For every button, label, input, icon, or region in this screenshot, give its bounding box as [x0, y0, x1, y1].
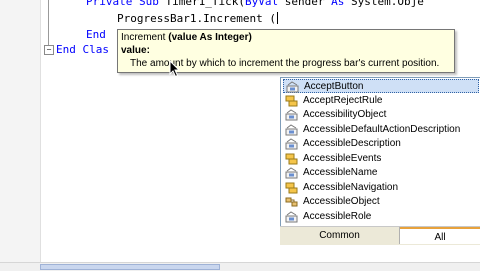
keyword: Sub	[138, 0, 159, 8]
property-icon	[285, 210, 299, 223]
keyword: As	[331, 0, 345, 8]
property-icon	[285, 138, 299, 150]
param-name: sender	[284, 0, 325, 8]
list-item-label: AccessibleNavigation	[303, 181, 399, 193]
intellisense-list[interactable]: AcceptButton AcceptRejectRule Accessibilit…	[280, 77, 480, 242]
editor-gutter	[0, 0, 41, 270]
parameter-signature: (value As Integer)	[168, 32, 252, 43]
type-name: System.Obje	[350, 0, 424, 8]
list-item[interactable]: AccessibleName	[283, 166, 479, 180]
keyword: Clas	[82, 43, 110, 56]
list-item[interactable]: AcceptButton	[283, 79, 479, 93]
list-item-label: AccessibleDescription	[303, 138, 401, 149]
list-item-label: AccessibleRole	[303, 210, 372, 222]
list-item[interactable]: AccessibleObject	[283, 195, 479, 209]
method-name: Increment	[121, 32, 166, 43]
list-item-label: AccessibleDefaultActionDescription	[303, 123, 461, 135]
tab-all[interactable]: All	[400, 227, 480, 244]
list-item[interactable]: AccessibleNavigation	[283, 181, 479, 195]
text-caret	[276, 12, 278, 24]
list-item-label: AcceptRejectRule	[303, 94, 383, 106]
list-item-label: AccessibilityObject	[303, 109, 387, 120]
code-line-1[interactable]: Private Sub Timer1_Tick(ByVal sender As …	[86, 0, 424, 9]
keyword: End	[86, 28, 106, 41]
property-icon	[285, 109, 299, 121]
list-item[interactable]: AccessibleDescription	[283, 137, 479, 151]
property-icon	[285, 123, 299, 136]
list-item[interactable]: AcceptRejectRule	[283, 94, 479, 108]
enum-icon	[285, 153, 299, 165]
keyword: Private	[86, 0, 133, 8]
tab-common[interactable]: Common	[280, 227, 400, 244]
scrollbar-thumb[interactable]	[40, 264, 220, 270]
property-icon	[285, 167, 299, 179]
list-item[interactable]: AccessibleDefaultActionDescription	[283, 123, 479, 137]
list-item-label: AccessibleEvents	[303, 152, 382, 164]
code-line-4[interactable]: End Clas	[56, 43, 109, 57]
list-item-label: AcceptButton	[304, 81, 364, 92]
property-icon	[286, 81, 300, 93]
enum-icon	[285, 182, 299, 194]
tooltip-param-name: value:	[121, 45, 150, 56]
mouse-pointer-icon	[169, 60, 181, 78]
keyword: ByVal	[244, 0, 279, 8]
list-item-label: AccessibleName	[303, 167, 378, 178]
class-icon	[285, 196, 299, 208]
code-text: ProgressBar1.Increment (	[117, 12, 276, 25]
list-item[interactable]: AccessibleRole	[283, 210, 479, 224]
list-item-label: AccessibleObject	[303, 196, 380, 207]
outline-guide	[48, 0, 49, 50]
method-name: Timer1_Tick(	[165, 0, 245, 8]
list-item[interactable]: AccessibilityObject	[283, 108, 479, 122]
keyword: End	[56, 43, 76, 56]
intellisense-tabs: Common All	[280, 226, 480, 245]
enum-icon	[285, 95, 299, 107]
list-item[interactable]: AccessibleEvents	[283, 152, 479, 166]
parameter-info-tooltip: Increment (value As Integer) value: The …	[117, 29, 455, 73]
collapse-icon[interactable]: −	[44, 45, 54, 55]
code-line-3[interactable]: End	[86, 28, 106, 42]
code-line-2[interactable]: ProgressBar1.Increment (	[117, 12, 278, 26]
tooltip-signature: Increment (value As Integer)	[121, 32, 252, 44]
